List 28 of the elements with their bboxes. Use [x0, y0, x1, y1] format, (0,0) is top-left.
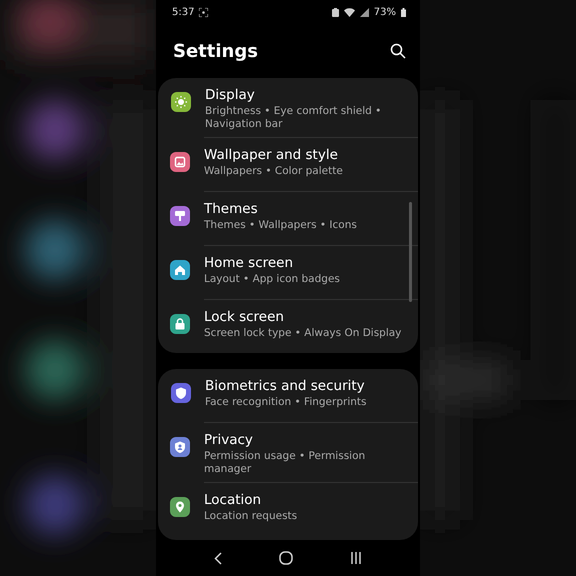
- clock: 5:37: [172, 6, 194, 18]
- battery-percentage: 73%: [374, 6, 396, 18]
- signal-icon: [360, 8, 369, 16]
- battery-icon: [401, 8, 406, 16]
- setting-subtitle: Brightness • Eye comfort shield • Navigation bar: [205, 105, 382, 131]
- setting-title[interactable]: Home screen: [204, 254, 294, 272]
- setting-subtitle: Layout • App icon badges: [204, 273, 340, 286]
- setting-subtitle: Screen lock type • Always On Display: [204, 327, 402, 340]
- setting-subtitle: Face recognition • Fingerprints: [205, 396, 366, 409]
- screen-title: Settings: [173, 40, 258, 62]
- screenshot-icon: [199, 8, 208, 16]
- setting-title[interactable]: Lock screen: [204, 308, 284, 326]
- setting-subtitle: Location requests: [204, 510, 298, 523]
- battery-saver-icon: [332, 8, 339, 16]
- setting-title[interactable]: Location: [204, 491, 262, 509]
- setting-subtitle: Wallpapers • Color palette: [204, 165, 343, 178]
- search-icon[interactable]: [390, 43, 406, 59]
- wifi-icon: [344, 8, 355, 16]
- setting-title[interactable]: Biometrics and security: [205, 377, 365, 395]
- setting-subtitle: Themes • Wallpapers • Icons: [204, 219, 357, 232]
- home-icon[interactable]: [278, 551, 293, 565]
- setting-title[interactable]: Privacy: [204, 431, 253, 449]
- setting-subtitle: Permission usage • Permission manager: [204, 450, 366, 476]
- setting-title[interactable]: Display: [205, 86, 255, 104]
- back-icon[interactable]: [214, 552, 222, 564]
- setting-title[interactable]: Themes: [204, 200, 258, 218]
- recent-apps-icon[interactable]: [350, 552, 362, 564]
- setting-title[interactable]: Wallpaper and style: [204, 146, 338, 164]
